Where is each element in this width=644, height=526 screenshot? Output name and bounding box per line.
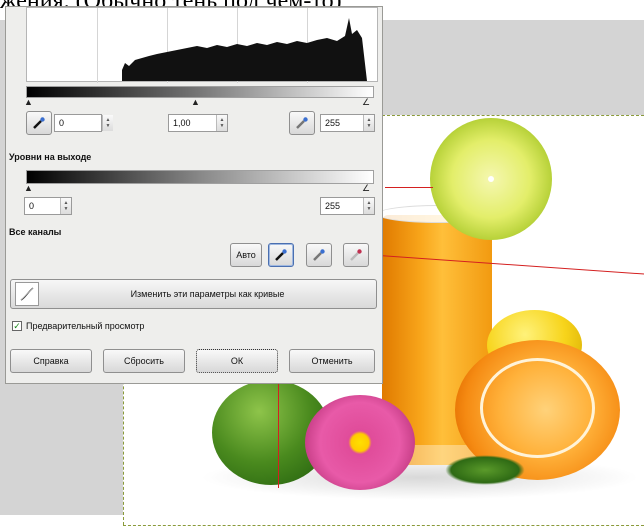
preview-checkbox[interactable]: ✓ <box>12 321 22 331</box>
output-white-slider[interactable]: ∠ <box>362 184 370 193</box>
white-point-slider[interactable]: ∠ <box>362 98 370 107</box>
output-levels-gradient[interactable] <box>26 170 374 184</box>
input-black-value: 0 <box>59 118 65 128</box>
gamma-slider[interactable]: ▲ <box>191 98 200 107</box>
levels-dialog: ▲ ▲ ∠ 0 ▲ ▼ 1,00 ▲ ▼ 255 ▲ ▼ Уровни на выхо… <box>5 6 383 384</box>
eyedropper-black-icon <box>275 249 287 261</box>
input-black-picker-button[interactable] <box>26 111 52 135</box>
cancel-button[interactable]: Отменить <box>289 349 375 373</box>
input-levels-gradient[interactable] <box>26 86 374 98</box>
auto-button[interactable]: Авто <box>230 243 262 267</box>
curves-icon <box>15 282 39 306</box>
black-point-picker-button[interactable] <box>268 243 294 267</box>
eyedropper-white-icon <box>350 249 362 261</box>
eyedropper-gray-icon <box>313 249 325 261</box>
ok-button[interactable]: ОК <box>196 349 278 373</box>
edit-as-curves-button[interactable]: Изменить эти параметры как кривые <box>10 279 377 309</box>
edit-as-curves-label: Изменить эти параметры как кривые <box>130 289 285 299</box>
spin-arrows-icon[interactable]: ▲ ▼ <box>363 115 374 131</box>
spin-arrows-icon: ▲ ▼ <box>102 115 113 131</box>
eyedropper-white-icon <box>296 117 308 129</box>
output-black-value: 0 <box>29 201 35 211</box>
input-gamma-value: 1,00 <box>173 118 191 128</box>
lime-slice <box>430 118 552 240</box>
spin-arrows-icon[interactable]: ▲ ▼ <box>216 115 227 131</box>
eyedropper-black-icon <box>33 117 45 129</box>
input-histogram <box>26 7 378 83</box>
white-point-picker-button[interactable] <box>343 243 369 267</box>
input-black-spin-arrows[interactable]: ▲ ▼ <box>102 114 114 132</box>
input-black-spin[interactable]: 0 <box>54 114 102 132</box>
preview-checkbox-row[interactable]: ✓ Предварительный просмотр <box>12 321 144 331</box>
input-white-spin[interactable]: 255 ▲ ▼ <box>320 114 375 132</box>
preview-label: Предварительный просмотр <box>26 321 145 331</box>
gray-point-picker-button[interactable] <box>306 243 332 267</box>
output-white-value: 255 <box>325 201 341 211</box>
spin-arrows-icon[interactable]: ▲ ▼ <box>60 198 71 214</box>
input-white-picker-button[interactable] <box>289 111 315 135</box>
pink-flower <box>305 395 415 490</box>
output-black-slider[interactable]: ▲ <box>24 184 33 193</box>
input-white-value: 255 <box>325 118 341 128</box>
help-button[interactable]: Справка <box>10 349 92 373</box>
green-leaves <box>445 455 525 485</box>
output-levels-label: Уровни на выходе <box>9 152 92 162</box>
black-point-slider[interactable]: ▲ <box>24 98 33 107</box>
spin-arrows-icon[interactable]: ▲ ▼ <box>363 198 374 214</box>
output-black-spin[interactable]: 0 ▲ ▼ <box>24 197 72 215</box>
histogram-graph <box>122 18 367 81</box>
output-white-spin[interactable]: 255 ▲ ▼ <box>320 197 375 215</box>
input-gamma-spin[interactable]: 1,00 ▲ ▼ <box>168 114 228 132</box>
guide-line-to-lime <box>385 187 433 188</box>
all-channels-label: Все каналы <box>9 227 62 237</box>
reset-button[interactable]: Сбросить <box>103 349 185 373</box>
